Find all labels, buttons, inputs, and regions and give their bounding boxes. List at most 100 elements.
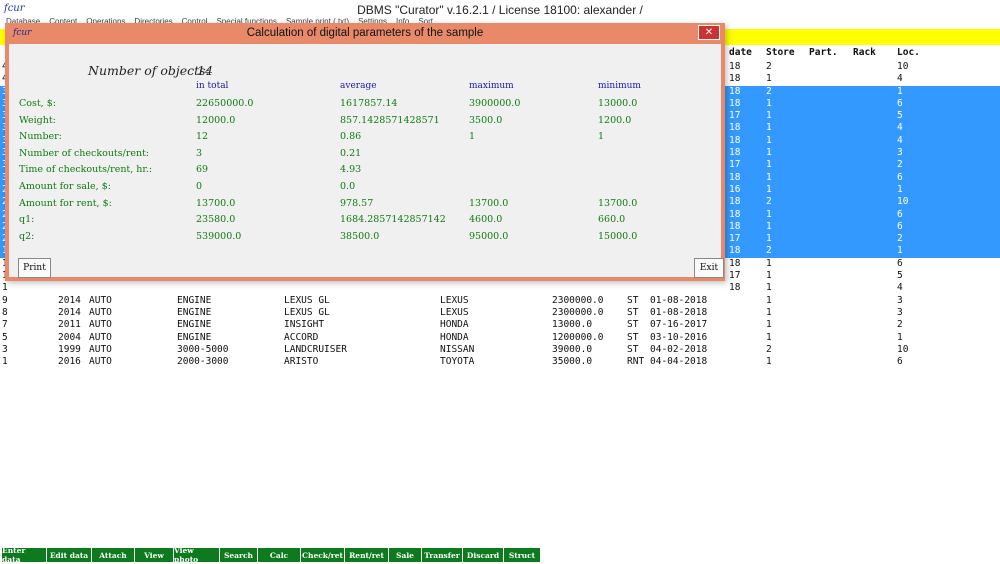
toolbar-button-struct[interactable]: Struct	[504, 548, 541, 562]
cell-cat: ENGINE	[177, 331, 212, 343]
cell-date: 18	[729, 134, 741, 146]
stat-value-total: 12000.0	[196, 114, 236, 126]
toolbar-button-transfer[interactable]: Transfer	[422, 548, 463, 562]
header-maximum: maximum	[469, 81, 514, 91]
cell-store: 1	[766, 159, 772, 171]
cell-brand: LEXUS	[440, 306, 469, 318]
toolbar-button-rent-ret[interactable]: Rent/ret	[345, 548, 389, 562]
stat-value-average: 1684.2857142857142	[340, 214, 446, 226]
stat-value-total: 12	[196, 131, 209, 143]
cell-date: 17	[729, 159, 741, 171]
cell-status: RNT	[627, 356, 645, 368]
table-row[interactable]: 9 2014 AUTO ENGINE LEXUS GL LEXUS 2300000.0 ST 0…	[0, 295, 1000, 307]
cell-type: AUTO	[89, 294, 112, 306]
cell-store: 2	[766, 61, 772, 72]
cell-year: 1999	[58, 343, 81, 355]
column-header-rack[interactable]: Rack	[853, 47, 876, 58]
header-average: average	[340, 81, 377, 91]
cell-loc: 3	[897, 306, 903, 318]
cell-year: 2016	[58, 356, 81, 368]
stat-value-total: 23580.0	[196, 214, 236, 226]
print-button[interactable]: Print	[18, 258, 51, 278]
cell-date: 18	[729, 147, 741, 159]
toolbar-button-sale[interactable]: Sale	[389, 548, 422, 562]
cell-loc: 10	[897, 343, 909, 355]
cell-store: 1	[766, 122, 772, 134]
exit-button[interactable]: Exit	[694, 258, 724, 278]
cell-loc: 4	[897, 122, 903, 134]
calc-dialog: fcur Calculation of digital parameters o…	[5, 23, 725, 281]
table-row[interactable]: 7 2011 AUTO ENGINE INSIGHT HONDA 13000.0 ST 07-1…	[0, 319, 1000, 331]
toolbar-button-calc[interactable]: Calc	[258, 548, 301, 562]
close-icon[interactable]: ✕	[698, 25, 720, 40]
toolbar-button-view-photo[interactable]: View photo	[174, 546, 220, 564]
stat-value-total: 13700.0	[196, 197, 236, 209]
stat-value-average: 1617857.14	[340, 98, 398, 109]
stat-value-minimum: 13000.0	[598, 98, 638, 109]
cell-date: 18	[729, 220, 741, 232]
cell-date: 07-16-2017	[650, 319, 708, 331]
dialog-titlebar[interactable]: fcur Calculation of digital parameters o…	[5, 23, 725, 44]
cell-date: 18	[729, 196, 741, 208]
column-header-loc[interactable]: Loc.	[897, 47, 920, 58]
cell-c0: 5	[2, 331, 8, 343]
stat-value-maximum: 95000.0	[469, 230, 509, 242]
toolbar-button-check-ret[interactable]: Check/ret	[301, 548, 345, 562]
cell-store: 1	[766, 294, 772, 306]
cell-store: 1	[766, 331, 772, 343]
toolbar-button-view[interactable]: View	[135, 548, 174, 562]
stat-value-total: 0	[196, 181, 203, 192]
stat-value-average: 38500.0	[340, 230, 380, 242]
cell-type: AUTO	[89, 306, 112, 318]
toolbar-button-search[interactable]: Search	[220, 548, 258, 562]
column-header-store[interactable]: Store	[766, 47, 795, 58]
cell-loc: 5	[897, 110, 903, 122]
cell-brand: LEXUS	[440, 294, 469, 306]
column-header-part[interactable]: Part.	[809, 47, 838, 58]
cell-date: 01-08-2018	[650, 306, 708, 318]
cell-year: 2004	[58, 331, 81, 343]
cell-store: 1	[766, 147, 772, 159]
stat-label: Time of checkouts/rent, hr.:	[19, 164, 153, 176]
cell-c0: 9	[2, 294, 8, 306]
stat-value-total: 22650000.0	[196, 98, 254, 109]
cell-loc: 10	[897, 196, 909, 208]
cell-cat: ENGINE	[177, 294, 212, 306]
toolbar-button-enter-data[interactable]: Enter data	[2, 546, 47, 564]
cell-year: 2014	[58, 294, 81, 306]
cell-price: 2300000.0	[552, 306, 604, 318]
cell-date: 17	[729, 270, 741, 282]
cell-model: INSIGHT	[284, 319, 325, 331]
dialog-title: Calculation of digital parameters of the…	[246, 27, 484, 39]
toolbar-button-attach[interactable]: Attach	[92, 548, 135, 562]
cell-c0: 1	[2, 282, 8, 294]
cell-date: 04-02-2018	[650, 343, 708, 355]
toolbar-button-discard[interactable]: Discard	[463, 548, 504, 562]
cell-loc: 6	[897, 171, 903, 183]
cell-price: 39000.0	[552, 343, 593, 355]
cell-c0: 7	[2, 319, 8, 331]
stat-value-maximum: 4600.0	[469, 214, 503, 226]
table-row[interactable]: 5 2004 AUTO ENGINE ACCORD HONDA 1200000.0 ST 03-…	[0, 332, 1000, 344]
cell-brand: HONDA	[440, 319, 469, 331]
toolbar-button-edit-data[interactable]: Edit data	[47, 548, 92, 562]
table-row[interactable]: 8 2014 AUTO ENGINE LEXUS GL LEXUS 2300000.0 ST 0…	[0, 307, 1000, 319]
cell-store: 1	[766, 319, 772, 331]
cell-loc: 4	[897, 134, 903, 146]
cell-date: 18	[729, 171, 741, 183]
stat-value-average: 857.1428571428571	[340, 114, 440, 126]
cell-status: ST	[627, 319, 639, 331]
cell-c0: 3	[2, 343, 8, 355]
cell-date: 04-04-2018	[650, 356, 708, 368]
header-minimum: minimum	[598, 81, 641, 91]
stat-label: Number of checkouts/rent:	[19, 147, 150, 159]
table-row[interactable]: 1 18 1 4	[0, 282, 1000, 294]
table-row[interactable]: 1 2016 AUTO 2000-3000 ARISTO TOYOTA 35000.0 RNT…	[0, 356, 1000, 368]
cell-date: 18	[729, 208, 741, 220]
cell-store: 1	[766, 73, 772, 85]
cell-date: 18	[729, 97, 741, 109]
stat-value-minimum: 15000.0	[598, 230, 638, 242]
stat-value-average: 0.21	[340, 147, 362, 159]
table-row[interactable]: 3 1999 AUTO 3000-5000 LANDCRUISER NISSAN 39000…	[0, 344, 1000, 356]
column-header-date[interactable]: date	[729, 47, 752, 58]
